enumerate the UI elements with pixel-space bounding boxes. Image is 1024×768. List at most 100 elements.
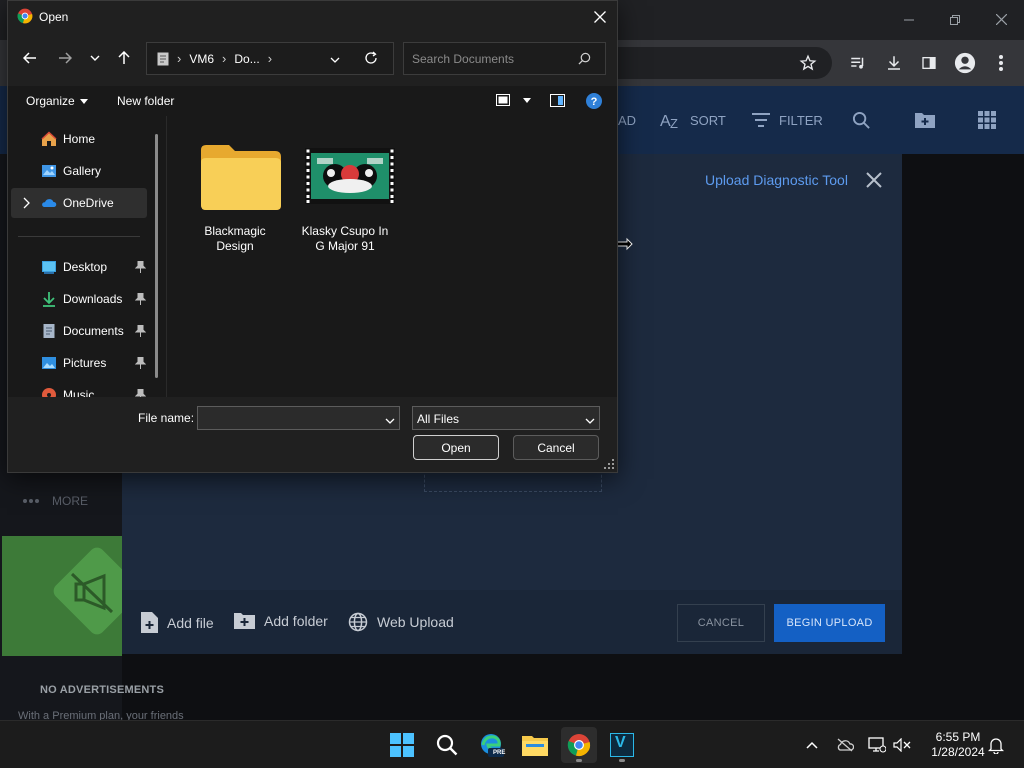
network-icon[interactable] [867, 735, 887, 755]
file-explorer-app[interactable] [517, 727, 553, 763]
tray-overflow-chevron-icon[interactable] [802, 735, 822, 755]
recent-locations-button[interactable] [83, 46, 107, 70]
svg-text:?: ? [591, 96, 598, 108]
file-item-video[interactable]: Klasky Csupo In G Major 91 [293, 134, 397, 254]
v-app-letter: V [615, 734, 626, 751]
refresh-button[interactable] [364, 51, 378, 68]
nav-item-documents[interactable]: Documents [11, 316, 147, 346]
file-type-dropdown-button[interactable] [585, 413, 595, 427]
nav-item-home[interactable]: Home [11, 124, 147, 154]
add-folder-label: Add folder [264, 612, 328, 629]
nav-item-gallery[interactable]: Gallery [11, 156, 147, 186]
file-type-select[interactable]: All Files [412, 406, 600, 430]
breadcrumb-item-documents[interactable]: Do... [234, 52, 259, 66]
file-item-folder[interactable]: Blackmagic Design [183, 134, 287, 254]
dialog-search-box[interactable] [403, 42, 606, 75]
search-input[interactable] [412, 51, 572, 67]
grid-view-button[interactable] [978, 106, 996, 134]
bookmark-star-icon[interactable] [797, 52, 819, 74]
forward-button[interactable] [53, 46, 77, 70]
file-type-value: All Files [417, 412, 460, 426]
file-name-input[interactable] [203, 411, 373, 425]
onedrive-icon [42, 199, 57, 207]
forward-arrow-icon [59, 52, 72, 64]
nav-item-downloads[interactable]: Downloads [11, 284, 147, 314]
new-folder-button[interactable]: New folder [117, 94, 174, 108]
file-name-combobox[interactable] [197, 406, 400, 430]
chevron-right-icon [23, 197, 30, 209]
breadcrumb-separator-icon: › [177, 51, 182, 66]
open-file-dialog: Open › VM6 › Do... › Search Documents Or… [7, 0, 618, 473]
new-folder-label: New folder [117, 94, 175, 108]
file-item-label: Blackmagic Design [183, 224, 287, 254]
filter-button[interactable]: FILTER [751, 106, 823, 134]
home-icon [41, 131, 57, 146]
close-icon [866, 172, 882, 188]
taskbar-search-button[interactable] [429, 727, 465, 763]
window-close-button[interactable] [986, 8, 1016, 32]
no-ads-heading: NO ADVERTISEMENTS [40, 684, 165, 696]
profile-avatar-icon[interactable] [954, 52, 976, 74]
breadcrumb-separator-icon: › [222, 51, 227, 66]
chevron-down-icon [585, 418, 595, 424]
open-button[interactable]: Open [413, 435, 499, 460]
edge-beta-app[interactable]: PRE [474, 727, 510, 763]
cancel-upload-button[interactable]: CANCEL [677, 604, 765, 642]
upload-tool-partial[interactable]: AD [618, 106, 636, 134]
minimize-button[interactable] [894, 8, 924, 32]
help-button[interactable]: ? [586, 93, 602, 109]
resize-grip-icon[interactable] [604, 459, 614, 469]
pictures-icon [42, 357, 56, 369]
add-folder-button[interactable]: Add folder [234, 612, 328, 629]
folder-icon [522, 736, 548, 756]
notification-bell-icon[interactable] [986, 735, 1006, 755]
preview-pane-button[interactable] [550, 94, 565, 107]
organize-menu-button[interactable]: Organize [26, 94, 88, 108]
dialog-title-bar[interactable]: Open [8, 1, 617, 32]
v-app[interactable]: V [604, 727, 640, 763]
upload-diagnostic-link[interactable]: Upload Diagnostic Tool [705, 172, 848, 188]
sort-button[interactable]: AZ SORT [660, 106, 726, 134]
pin-icon [135, 261, 146, 273]
chrome-app[interactable] [561, 727, 597, 763]
cancel-button[interactable]: Cancel [513, 435, 599, 460]
svg-text:Z: Z [670, 116, 678, 129]
nav-item-pictures[interactable]: Pictures [11, 348, 147, 378]
nav-item-music[interactable]: Music [11, 380, 147, 397]
dialog-bottom-panel: File name: All Files Open Cancel [8, 397, 617, 472]
chrome-menu-icon[interactable] [990, 52, 1012, 74]
change-view-button[interactable] [496, 94, 531, 106]
nav-item-desktop[interactable]: Desktop [11, 252, 147, 282]
dialog-address-bar[interactable]: › VM6 › Do... › [146, 42, 394, 75]
start-button[interactable] [384, 727, 420, 763]
filter-icon [752, 113, 770, 127]
web-upload-button[interactable]: Web Upload [348, 612, 454, 632]
side-panel-icon[interactable] [918, 52, 940, 74]
add-file-button[interactable]: Add file [141, 612, 214, 633]
back-button[interactable] [18, 46, 42, 70]
up-folder-button[interactable] [112, 46, 136, 70]
globe-icon [348, 612, 368, 632]
search-icon[interactable] [578, 52, 592, 66]
begin-upload-button[interactable]: BEGIN UPLOAD [774, 604, 885, 642]
address-history-button[interactable] [330, 52, 340, 66]
close-icon [995, 13, 1007, 26]
site-search-button[interactable] [852, 106, 871, 134]
new-folder-site-button[interactable] [914, 106, 936, 134]
chevron-down-icon [385, 418, 395, 424]
downloads-icon[interactable] [883, 52, 905, 74]
more-menu-item[interactable]: MORE [22, 494, 88, 508]
onedrive-offline-icon[interactable] [835, 735, 855, 755]
upload-modal-close-button[interactable] [866, 172, 884, 190]
no-ads-megaphone-icon [2, 536, 122, 656]
breadcrumb-item-vm6[interactable]: VM6 [189, 52, 214, 66]
restore-button[interactable] [940, 8, 970, 32]
file-name-dropdown-button[interactable] [385, 413, 395, 427]
nav-item-onedrive[interactable]: OneDrive [11, 188, 147, 218]
volume-muted-icon[interactable] [892, 735, 912, 755]
video-thumbnail-icon [305, 148, 395, 204]
nav-pane-scrollbar[interactable] [155, 134, 158, 378]
more-label: MORE [52, 494, 88, 508]
media-queue-icon[interactable] [847, 52, 869, 74]
dialog-close-button[interactable] [588, 6, 612, 28]
